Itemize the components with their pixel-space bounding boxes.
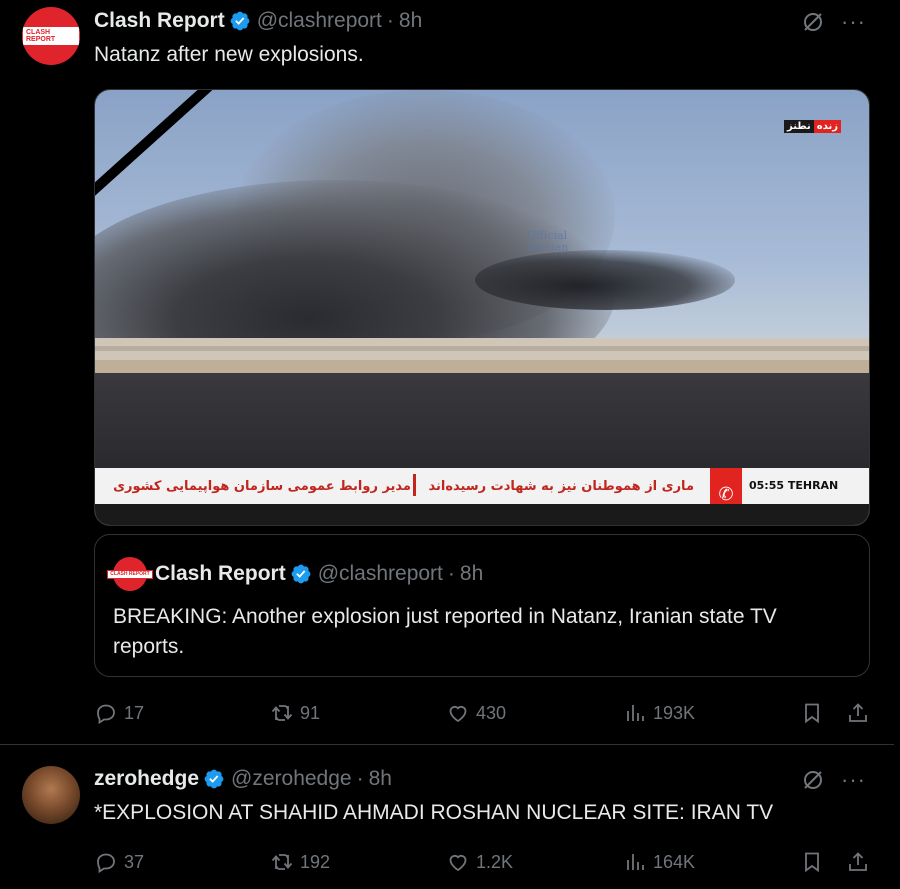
ticker-text: مدیر روابط عمومی سازمان هواپیمایی کشوری	[113, 478, 411, 494]
avatar[interactable]	[22, 766, 80, 824]
author-handle: @clashreport	[317, 562, 443, 585]
media-guardrail	[95, 338, 869, 374]
retweet-count: 192	[300, 851, 331, 872]
reply-button[interactable]: 17	[94, 701, 144, 725]
verified-badge-icon	[204, 769, 224, 789]
author-name: Clash Report	[155, 562, 286, 585]
tweet-time[interactable]: 8h	[369, 767, 392, 791]
tweet-time[interactable]: 8h	[399, 9, 422, 33]
more-icon[interactable]: ···	[841, 769, 866, 791]
quoted-tweet-header: CLASH REPORT Clash Report @clashreport ·…	[107, 557, 484, 591]
media-road	[95, 373, 869, 468]
tweet-text: Natanz after new explosions.	[94, 43, 364, 66]
quoted-tweet[interactable]: CLASH REPORT Clash Report @clashreport ·…	[94, 534, 870, 677]
clash-report-logo: CLASH REPORT	[107, 569, 153, 579]
reply-button[interactable]: 37	[94, 850, 144, 874]
tweet-top-actions: ···	[801, 768, 866, 792]
tv-clock: 05:55 TEHRAN	[749, 479, 839, 492]
bookmark-button[interactable]	[800, 850, 824, 874]
retweet-icon	[271, 854, 293, 870]
tweet-actions: 37 192 1.2K 164K	[94, 847, 874, 877]
separator-dot: ·	[356, 767, 364, 790]
tweet-actions: 17 91 430 193K	[94, 698, 874, 728]
author-name[interactable]: Clash Report	[94, 9, 225, 33]
author-name[interactable]: zerohedge	[94, 767, 199, 791]
tweet-time: 8h	[459, 562, 484, 585]
reply-icon	[97, 853, 115, 874]
avatar[interactable]: CLASH REPORT	[22, 7, 80, 65]
tweet-media-video[interactable]: Official Persian نطنز زنده مدیر روابط عم…	[94, 89, 870, 526]
more-icon[interactable]: ···	[841, 11, 866, 33]
tweet-zerohedge[interactable]: zerohedge @zerohedge · 8h ··· *EXPLOSION…	[0, 746, 894, 889]
share-button[interactable]	[846, 701, 870, 725]
like-icon	[449, 705, 467, 723]
live-badge: نطنز زنده	[783, 120, 841, 133]
views-button[interactable]: 193K	[623, 701, 695, 725]
like-count: 1.2K	[476, 851, 514, 872]
reply-count: 37	[124, 851, 145, 872]
verified-badge-icon	[230, 11, 250, 31]
share-icon	[849, 852, 867, 871]
retweet-icon	[271, 705, 293, 721]
media-bottom-bar	[95, 504, 869, 525]
avatar: CLASH REPORT	[107, 557, 153, 591]
like-button[interactable]: 430	[446, 701, 506, 725]
bookmark-icon	[805, 703, 819, 724]
views-icon	[627, 854, 644, 870]
verified-badge-icon	[291, 564, 311, 584]
ticker-text: ماری از هموطنان نیز به شهادت رسیده‌اند	[428, 478, 694, 494]
tweet-header: Clash Report @clashreport · 8h	[94, 9, 422, 33]
separator-dot: ·	[447, 562, 455, 585]
retweet-button[interactable]: 91	[270, 701, 320, 725]
reply-icon	[97, 704, 115, 725]
share-icon	[849, 703, 867, 722]
bookmark-icon	[805, 852, 819, 873]
grok-icon[interactable]	[801, 10, 825, 34]
author-handle[interactable]: @clashreport	[257, 9, 382, 33]
views-count: 193K	[653, 702, 696, 723]
views-icon	[627, 705, 644, 721]
ticker-separator	[413, 474, 416, 496]
tweet-clashreport[interactable]: CLASH REPORT Clash Report @clashreport ·…	[0, 0, 894, 745]
bookmark-button[interactable]	[800, 701, 824, 725]
grok-icon[interactable]	[801, 768, 825, 792]
quoted-tweet-text: BREAKING: Another explosion just reporte…	[113, 605, 777, 658]
views-count: 164K	[653, 851, 696, 872]
retweet-count: 91	[300, 702, 321, 723]
like-icon	[449, 854, 467, 872]
like-button[interactable]: 1.2K	[446, 850, 513, 874]
watermark: Official Persian	[527, 229, 569, 254]
like-count: 430	[476, 702, 507, 723]
media-smoke	[475, 250, 735, 310]
separator-dot: ·	[386, 9, 394, 32]
share-button[interactable]	[846, 850, 870, 874]
retweet-button[interactable]: 192	[270, 850, 330, 874]
author-handle[interactable]: @zerohedge	[231, 767, 352, 791]
tweet-header: zerohedge @zerohedge · 8h	[94, 767, 392, 791]
views-button[interactable]: 164K	[623, 850, 695, 874]
clash-report-logo: CLASH REPORT	[22, 26, 80, 46]
reply-count: 17	[124, 702, 145, 723]
tweet-top-actions: ···	[801, 10, 866, 34]
tweet-text: *EXPLOSION AT SHAHID AHMADI ROSHAN NUCLE…	[94, 801, 774, 824]
